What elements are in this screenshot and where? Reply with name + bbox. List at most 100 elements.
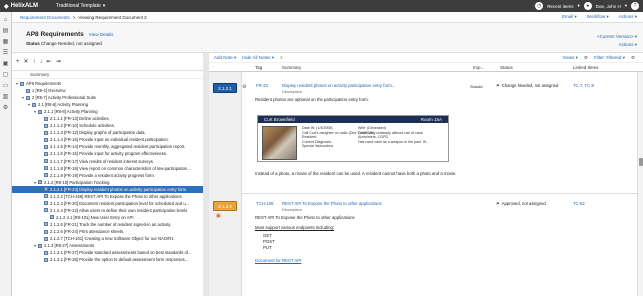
view-details-link[interactable]: View Details (89, 32, 114, 37)
tree-row[interactable]: 2.1.1.2 [FR-10] Schedule activities. (12, 122, 208, 129)
move-up-icon[interactable]: ↑ (33, 59, 36, 65)
move-down-icon[interactable]: ↓ (40, 59, 43, 65)
col-summary[interactable]: Summary (282, 65, 301, 70)
endpoint-list: GET POST PUT (263, 233, 275, 251)
col-linked[interactable]: Linked Items (573, 65, 599, 70)
tree-row[interactable]: 2.1.1.4 [FR-16] Provide input on individ… (12, 136, 208, 143)
tree-row-label: 2.1.2.6 [FR-24] Print attendance sheets. (50, 229, 125, 234)
item-number-badge[interactable]: 2.1.2.1 (213, 83, 237, 93)
tree-column-header[interactable]: Summary (12, 71, 208, 79)
tree-row-label: 2.1.3 [R8-27] Assessments (44, 243, 95, 249)
version-selector[interactable]: <Current Version> ▾ (597, 34, 637, 40)
requirement-icon (44, 173, 48, 178)
actions-menu[interactable]: Actions ▾ (619, 14, 637, 20)
list-icon[interactable]: ☰ (2, 50, 9, 56)
settings-icon[interactable]: ⚙ (631, 55, 635, 61)
tree-row[interactable]: 2.1.2.4.1 [R8-101] New User Entry on API (12, 214, 208, 221)
indent-icon[interactable]: ⇥ (56, 58, 61, 65)
gear-icon[interactable]: ⚙ (242, 84, 246, 90)
tree-row[interactable]: 2.1.1.7 [FR-17] View results of resident… (12, 158, 208, 165)
document-actions-menu[interactable]: Actions ▾ (619, 42, 637, 48)
importance-badge: Must (467, 201, 489, 208)
search-icon[interactable]: ⌕ (280, 55, 283, 60)
item-body-text: Resident photos are optional on the part… (255, 97, 369, 102)
user-name[interactable]: Doe, John H (596, 4, 621, 9)
card-room: Room 15A (420, 117, 442, 122)
recent-items-label[interactable]: Recent items (547, 4, 573, 9)
tree-row[interactable]: ▾ 2.1.3 [R8-27] Assessments (12, 242, 208, 249)
outdent-icon[interactable]: ⇤ (47, 58, 52, 65)
hide-notes-button[interactable]: Hide All Notes ▾ (242, 55, 274, 61)
tree-row[interactable]: 2.1.1.6 [FR-15] Provide input for activi… (12, 150, 208, 157)
tree-row[interactable]: 2.1.2.1 [FR-23] Display resident photos … (12, 185, 208, 193)
col-tag[interactable]: Tag (255, 65, 262, 70)
item-id-link[interactable]: TCH-156 (256, 201, 273, 206)
views-menu[interactable]: Views ▾ (562, 55, 577, 61)
delete-icon[interactable]: ✕ (24, 58, 29, 65)
column-header-row: Tag Summary Imp... Status Linked Items (209, 62, 643, 72)
document-icon[interactable]: ▦ (2, 39, 9, 45)
recent-items-icon[interactable]: ◷ (535, 2, 544, 10)
tree-row[interactable]: ▾ 2.1.2 [R8-10] Participation Tracking (12, 179, 208, 186)
help-icon[interactable]: ? (631, 2, 639, 10)
workflow-menu[interactable]: Workflow ▾ (587, 14, 609, 20)
tree-row[interactable]: 2.1.2.4 [FR-22] Allow users to define th… (12, 207, 208, 214)
document-scrollbar[interactable] (637, 72, 643, 296)
requirement-icon (44, 151, 48, 156)
filter-menu[interactable]: Filter: Filtered ▾ (594, 55, 625, 61)
resident-card-image: Curt Brownfield Room 15A Date IN: (1/4/2… (257, 115, 449, 162)
requirements-icon[interactable]: ▣ (2, 61, 9, 67)
app-brand[interactable]: ◆ HelixALM (0, 3, 42, 10)
gear-icon[interactable]: ⚙ (584, 55, 588, 61)
user-avatar-icon[interactable]: ● (583, 2, 592, 10)
email-menu[interactable]: Email ▾ (562, 14, 577, 20)
breadcrumb-current: Viewing Requirement Document 2 (78, 14, 147, 20)
item-summary[interactable]: Display resident photos on activity part… (282, 83, 395, 88)
tree-row[interactable]: 2.1.1.9 [FR-19] Provide a resident activ… (12, 172, 208, 179)
requirement-icon (44, 123, 48, 128)
status-icon: ⚑ (496, 83, 500, 88)
tree-row[interactable]: 2.1.2.5 [FR-21] Track the number of resi… (12, 221, 208, 228)
tree-row[interactable]: 2.1.1.8 [FR-18] View report on common ch… (12, 165, 208, 172)
tree-row[interactable]: ▾ 2 [R8-7] Activity Professional Suite (12, 94, 208, 101)
project-selector[interactable]: Traditional Template ▾ (56, 3, 105, 9)
tree-row[interactable]: 2.1.2.6 [FR-24] Print attendance sheets. (12, 228, 208, 235)
scroll-thumb[interactable] (639, 158, 643, 166)
requirement-icon (26, 88, 30, 93)
tree-row[interactable]: 2.1.1.1 [FR-13] Define activities. (12, 115, 208, 122)
add-note-button[interactable]: Add Note ▾ (214, 55, 236, 61)
tree-row[interactable]: 1 [R8-4] Overview (12, 87, 208, 94)
breadcrumb-root[interactable]: Requirement Documents (20, 15, 70, 20)
gear-icon[interactable]: ⚙ (2, 105, 9, 111)
linked-items[interactable]: TC-7, TC-8 (573, 83, 594, 88)
reports-icon[interactable]: ▥ (2, 94, 9, 100)
tree-row[interactable]: 2.1.3.2 [FR-28] Provide the option to de… (12, 256, 208, 263)
tree-row-label: 2.1.2.2 [TCH-156] REST API To Expose the… (50, 193, 182, 199)
tree-row[interactable]: ▾ 2.1.1 [R8-8] Activity Planning (12, 108, 208, 115)
tree-row[interactable]: 2.1.1.3 [FR-12] Display graphs of partic… (12, 129, 208, 136)
col-importance[interactable]: Imp... (473, 65, 484, 70)
tree-row[interactable]: 2.1.2.2 [TCH-156] REST API To Expose the… (12, 193, 208, 200)
tree-row[interactable]: 2.1.3.1 [FR-27] Provide standard assessm… (12, 249, 208, 256)
tree-row[interactable]: 2.1.2.3 [FR-20] Document resident partic… (12, 200, 208, 207)
tests-icon[interactable]: ▢ (2, 72, 9, 78)
item-number-badge[interactable]: 2.1.2.2 (213, 201, 237, 211)
tree-row[interactable]: 2.1.1.5 [FR-14] Provide monthly, aggrega… (12, 143, 208, 150)
col-status[interactable]: Status (500, 65, 513, 70)
tree-row[interactable]: 2.1.2.7 [TCH-101] Creating a new Softwar… (12, 235, 208, 242)
rest-doc-link[interactable]: Document for REST API (255, 258, 301, 264)
tree-row-label: AP8 Requirements (26, 81, 62, 87)
document-toolbar: Add Note ▾ Hide All Notes ▾ ⌕ Views ▾ ⚙ … (209, 53, 643, 62)
tree-row[interactable]: ▾ 2.1 [R8-6] Activity Planning (12, 101, 208, 108)
top-bar: ◆ HelixALM Traditional Template ▾ ◷ Rece… (0, 0, 643, 12)
folder-open-icon[interactable]: ▭ (2, 83, 9, 89)
item-summary[interactable]: REST API To Expose the Photo to other ap… (282, 201, 382, 206)
folder-icon[interactable]: ▤ (2, 28, 9, 34)
item-id-link[interactable]: FR-23 (256, 83, 268, 88)
requirement-icon (44, 166, 48, 171)
tree-row-label: 2 [R8-7] Activity Professional Suite (32, 95, 97, 101)
add-icon[interactable]: + (16, 59, 20, 65)
tree-row[interactable]: ▾ AP8 Requirements (12, 80, 208, 87)
linked-items[interactable]: TC-53 (573, 201, 585, 206)
home-icon[interactable]: ⌂ (2, 17, 9, 23)
